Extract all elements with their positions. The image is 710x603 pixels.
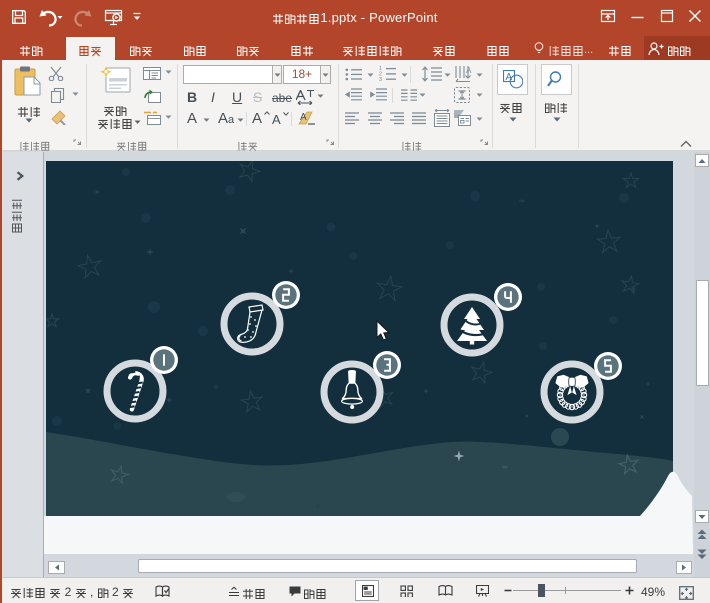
svg-text:A: A	[300, 112, 307, 123]
svg-text:A: A	[466, 66, 472, 75]
svg-text:3: 3	[379, 77, 382, 82]
